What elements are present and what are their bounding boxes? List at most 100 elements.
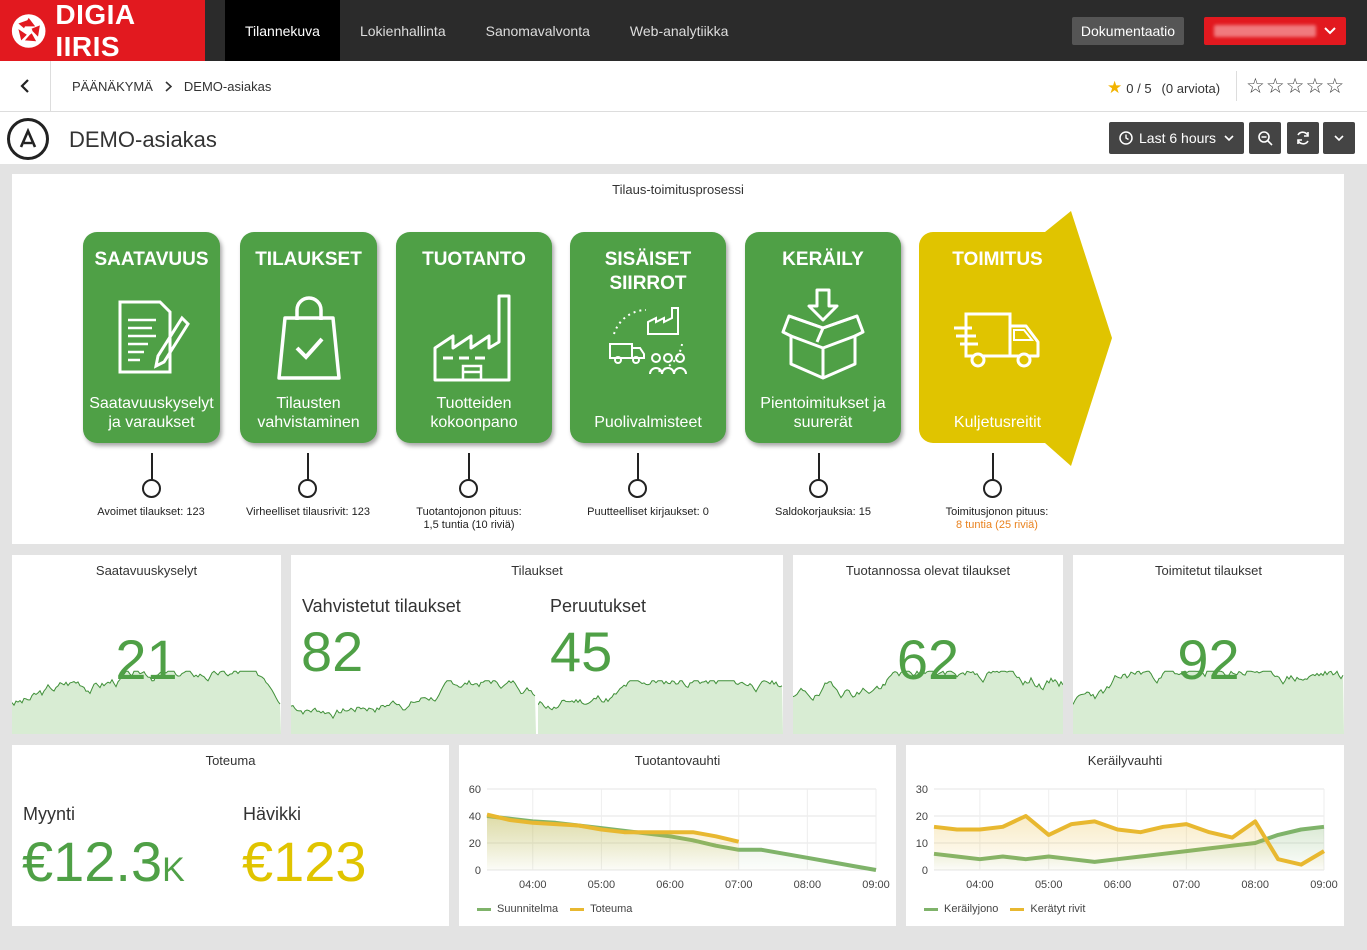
chart-legend: Suunnitelma Toteuma: [477, 903, 632, 915]
y-tick-label: 0: [475, 865, 481, 877]
sparkline-area: [538, 680, 783, 734]
stat-value: 21: [115, 628, 178, 691]
user-menu-button[interactable]: [1204, 17, 1346, 45]
pin-marker: [459, 479, 478, 498]
rating-score: 0 / 5: [1126, 80, 1152, 96]
nav-tab-web-analytiikka[interactable]: Web-analytiikka: [610, 0, 749, 61]
top-navigation-bar: DIGIA IIRIS Tilannekuva Lokienhallinta S…: [0, 0, 1367, 62]
legend-label[interactable]: Keräilyjono: [944, 903, 998, 915]
chevron-right-icon: [165, 81, 172, 92]
refresh-interval-dropdown[interactable]: [1323, 122, 1355, 154]
tuotantovauhti-chart: 0 20 40 60 04:00 05:00 06:00 07:00 08:00 09:00: [469, 784, 890, 891]
process-step-keraily[interactable]: KERÄILY Pientoimitukset ja suurerät: [745, 232, 901, 443]
pin-line: [818, 453, 820, 480]
star-outline-icon[interactable]: ☆: [1305, 74, 1324, 99]
pin-marker: [983, 479, 1002, 498]
waste-label: Hävikki: [243, 804, 302, 824]
nav-tab-tilannekuva[interactable]: Tilannekuva: [225, 0, 340, 61]
step-subtitle: Kuljetusreitit: [953, 414, 1042, 431]
brand-logo[interactable]: DIGIA IIRIS: [0, 0, 205, 62]
y-tick-label: 30: [916, 784, 928, 796]
x-tick-label: 09:00: [862, 879, 890, 891]
rate-stars: ☆ ☆ ☆ ☆ ☆: [1246, 74, 1344, 99]
kerailyvauhti-panel: Keräilyvauhti 0 10 20 30 04:00 05:00 06:00 07:0…: [906, 745, 1344, 926]
process-step-saatavuus[interactable]: SAATAVUUS Saatavuuskyselyt ja varaukset: [83, 232, 220, 443]
panel-title: Saatavuuskyselyt: [95, 563, 198, 578]
star-outline-icon[interactable]: ☆: [1266, 74, 1285, 99]
breadcrumb-bar: PÄÄNÄKYMÄ DEMO-asiakas ★ 0 / 5 (0 arviot…: [0, 61, 1367, 112]
legend-swatch: [570, 907, 585, 911]
star-outline-icon[interactable]: ☆: [1325, 74, 1344, 99]
process-step-tilaukset[interactable]: TILAUKSET Tilausten vahvistaminen: [240, 232, 377, 443]
chart-title: Keräilyvauhti: [1087, 753, 1163, 768]
x-tick-label: 08:00: [1241, 879, 1269, 891]
chevron-down-icon: [1324, 27, 1336, 35]
x-tick-label: 08:00: [794, 879, 822, 891]
clock-icon: [1119, 131, 1133, 145]
process-step-toimitus[interactable]: TOIMITUS Kuljetusreitit: [919, 232, 1076, 443]
process-step-sisaiset-siirrot[interactable]: SISÄISET SIIRROT Puolivalmisteet: [570, 232, 726, 443]
legend-label[interactable]: Toteuma: [590, 903, 632, 915]
documentation-button[interactable]: Dokumentaatio: [1072, 17, 1184, 45]
step-subtitle: Tuotteiden kokoonpano: [430, 395, 518, 431]
stat-panel-tilaukset: Tilaukset Vahvistetut tilaukset 82 Peruu…: [291, 555, 783, 734]
zoom-out-button[interactable]: [1249, 122, 1281, 154]
package-down-arrow-icon: [781, 288, 865, 380]
x-tick-label: 04:00: [519, 879, 547, 891]
breadcrumb-current: DEMO-asiakas: [183, 79, 272, 94]
legend-label[interactable]: Kerätyt rivit: [1030, 903, 1085, 915]
step-title: TOIMITUS: [952, 249, 1043, 270]
pin-label-line1: Tuotantojonon pituus:: [416, 506, 522, 518]
breadcrumb-home[interactable]: PÄÄNÄKYMÄ: [72, 79, 153, 94]
back-button[interactable]: [0, 61, 51, 111]
sparkline-area: [291, 680, 536, 734]
chart-title: Tuotantovauhti: [634, 753, 721, 768]
star-outline-icon[interactable]: ☆: [1246, 74, 1265, 99]
pin-label-line2: 8 tuntia (25 riviä): [956, 519, 1038, 531]
time-range-label: Last 6 hours: [1139, 130, 1217, 146]
step-subtitle: Saatavuuskyselyt ja varaukset: [89, 395, 214, 431]
panel-title: Toimitetut tilaukset: [1155, 563, 1262, 578]
pin-line: [307, 453, 309, 480]
pin-label-toimitus: Toimitusjonon pituus: 8 tuntia (25 riviä…: [897, 506, 1097, 532]
stat-value: 92: [1177, 628, 1240, 691]
stat-panel-saatavuus: Saatavuuskyselyt 21: [12, 555, 281, 734]
panel-title: Tuotannossa olevat tilaukset: [845, 563, 1011, 578]
stat-label-cancelled: Peruutukset: [550, 596, 647, 616]
star-filled-icon: ★: [1107, 78, 1123, 97]
x-tick-label: 09:00: [1310, 879, 1338, 891]
x-tick-label: 04:00: [966, 879, 994, 891]
customer-logo-icon: [7, 118, 49, 160]
series-area: [934, 816, 1324, 870]
process-step-tuotanto[interactable]: TUOTANTO Tuotteiden kokoonpano: [396, 232, 552, 443]
stat-value-confirmed: 82: [301, 620, 364, 683]
waste-value: €123: [242, 830, 367, 893]
pin-marker: [809, 479, 828, 498]
panel-title: Tilaukset: [511, 563, 563, 578]
step-title: SAATAVUUS: [94, 249, 209, 270]
x-tick-label: 06:00: [1104, 879, 1132, 891]
zoom-out-icon: [1258, 131, 1273, 146]
y-tick-label: 20: [916, 811, 928, 823]
step-title: KERÄILY: [782, 249, 864, 270]
page-title: DEMO-asiakas: [69, 127, 217, 152]
chevron-down-icon: [1334, 134, 1344, 141]
brand-name: DIGIA IIRIS: [55, 0, 135, 62]
nav-tab-lokienhallinta[interactable]: Lokienhallinta: [340, 0, 466, 61]
y-tick-label: 20: [469, 838, 481, 850]
shopping-bag-check-icon: [276, 296, 341, 380]
user-name-redacted: [1214, 25, 1316, 37]
legend-label[interactable]: Suunnitelma: [497, 903, 558, 915]
page-header: DEMO-asiakas Last 6 hours: [0, 112, 1367, 164]
time-range-picker[interactable]: Last 6 hours: [1109, 122, 1244, 154]
star-outline-icon[interactable]: ☆: [1286, 74, 1305, 99]
rating-count: (0 arviota): [1161, 80, 1221, 96]
step-subtitle: Puolivalmisteet: [594, 414, 702, 431]
pin-label-line2: 1,5 tuntia (10 riviä): [423, 519, 515, 531]
aperture-icon: [11, 13, 46, 48]
refresh-button[interactable]: [1287, 122, 1319, 154]
legend-swatch: [1010, 907, 1025, 911]
pin-label-sisaiset-siirrot: Puutteelliset kirjaukset: 0: [587, 506, 709, 518]
document-pen-icon: [118, 300, 190, 374]
nav-tab-sanomavalvonta[interactable]: Sanomavalvonta: [466, 0, 610, 61]
